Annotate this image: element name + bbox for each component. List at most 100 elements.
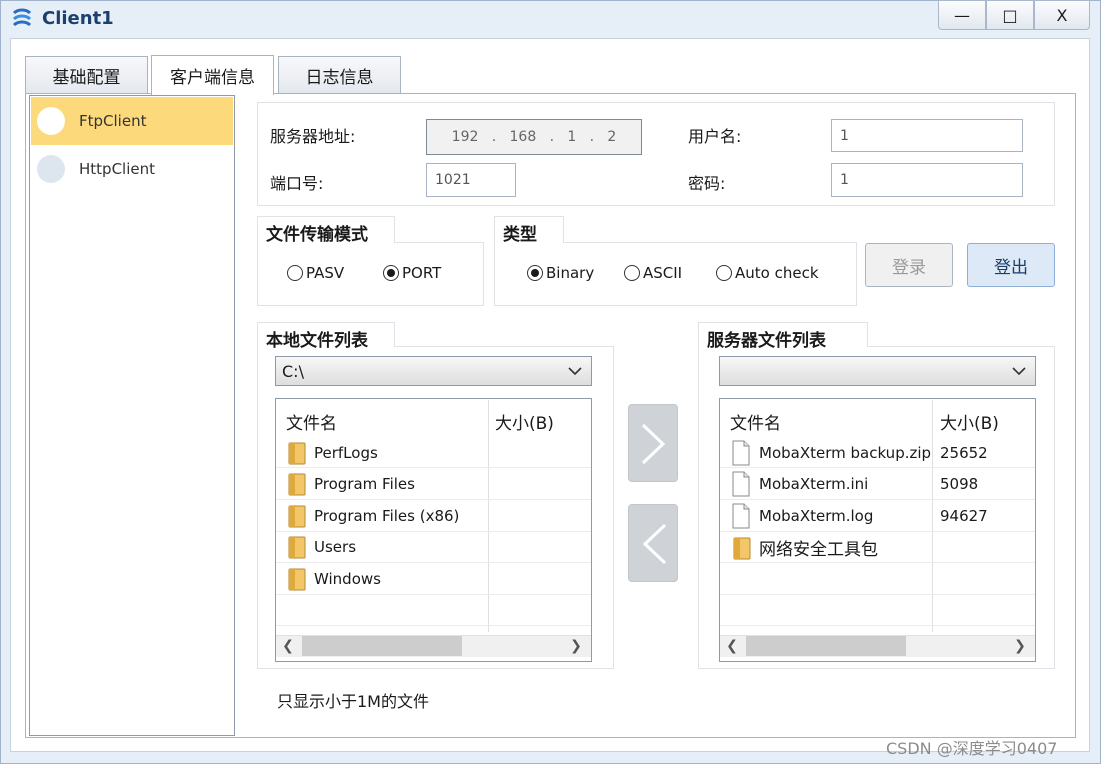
list-item[interactable]: Windows [288,567,381,591]
folder-icon [288,536,306,559]
server-col-name-header[interactable]: 文件名 [730,409,781,434]
radio-ascii[interactable]: ASCII [624,264,682,282]
file-size: 25652 [940,444,988,462]
tab-label: 日志信息 [305,68,374,88]
ip-dot: . [589,129,595,145]
folder-icon [733,537,751,559]
username-label: 用户名: [688,127,742,146]
close-button[interactable]: X [1034,0,1090,30]
client-status-icon [37,155,65,183]
radio-circle-icon [716,265,732,281]
local-col-name-header[interactable]: 文件名 [286,409,337,434]
folder-icon [288,442,306,465]
row-divider [276,625,591,626]
list-item[interactable]: Users [288,535,356,559]
server-files-title: 服务器文件列表 [703,326,830,351]
list-item[interactable]: Program Files [288,472,415,496]
scroll-thumb[interactable] [302,636,462,656]
ip-octet: 1 [567,129,577,145]
local-file-list[interactable] [275,398,592,662]
port-field[interactable]: 1021 [426,163,516,197]
minimize-button[interactable]: — [938,0,986,30]
minimize-icon: — [954,5,970,25]
scroll-left-icon[interactable]: ❮ [722,635,742,657]
transfer-mode-title: 文件传输模式 [262,220,372,245]
local-files-title: 本地文件列表 [262,326,372,351]
radio-binary[interactable]: Binary [527,264,594,282]
list-item[interactable]: Program Files (x86) [288,504,459,528]
row-divider [720,531,1035,532]
list-item[interactable]: MobaXterm.ini [731,471,868,497]
chevron-left-icon [642,523,667,565]
radio-label: Binary [546,264,595,282]
list-item-label: FtpClient [79,112,147,130]
column-divider [488,400,489,632]
row-divider [720,625,1035,626]
radio-selected-dot [387,269,395,277]
download-button[interactable] [628,504,678,582]
tab-basic-config[interactable]: 基础配置 [25,56,148,94]
folder-icon [288,505,306,528]
radio-auto-check[interactable]: Auto check [716,264,819,282]
tab-client-info[interactable]: 客户端信息 [151,55,274,95]
row-divider [276,594,591,595]
tab-label: 客户端信息 [170,68,255,88]
file-icon [732,471,750,497]
radio-port[interactable]: PORT [383,264,441,282]
app-icon [10,7,34,31]
list-item[interactable]: 网络安全工具包 [733,535,878,560]
server-col-size-header[interactable]: 大小(B) [940,409,999,434]
login-button[interactable]: 登录 [865,243,953,287]
local-col-size-header[interactable]: 大小(B) [495,409,554,434]
upload-button[interactable] [628,404,678,482]
list-item-label: HttpClient [79,160,155,178]
file-name: MobaXterm backup.zip [759,444,932,462]
list-item[interactable]: PerfLogs [288,441,378,465]
file-name: Program Files (x86) [314,507,460,525]
type-title: 类型 [499,220,541,245]
scroll-right-icon[interactable]: ❯ [566,635,586,657]
server-address-field[interactable]: 192 . 168 . 1 . 2 [426,119,642,155]
file-name: Users [314,538,357,556]
file-size: 94627 [940,507,988,525]
row-divider [720,594,1035,595]
list-item[interactable]: MobaXterm.log [731,503,873,529]
file-size: 5098 [940,475,979,493]
radio-pasv[interactable]: PASV [287,264,344,282]
maximize-icon: □ [1002,5,1018,25]
password-label: 密码: [688,174,726,193]
scroll-right-icon[interactable]: ❯ [1010,635,1030,657]
radio-label: ASCII [643,264,683,282]
scroll-left-icon[interactable]: ❮ [278,635,298,657]
port-label: 端口号: [270,174,324,193]
file-name: Windows [314,570,381,588]
row-divider [720,562,1035,563]
server-drive-select[interactable] [719,356,1036,386]
close-icon: X [1056,5,1068,25]
username-field[interactable]: 1 [831,119,1023,152]
list-item[interactable]: MobaXterm backup.zip [731,440,931,466]
file-name: Program Files [314,475,415,493]
radio-label: PORT [402,264,442,282]
radio-label: PASV [306,264,345,282]
column-divider [932,400,933,632]
radio-circle-icon [527,265,543,281]
scroll-thumb[interactable] [746,636,906,656]
file-icon [732,503,750,529]
chevron-down-icon [1012,367,1026,376]
title-bar[interactable] [0,0,1101,38]
file-name: 网络安全工具包 [759,540,878,560]
maximize-button[interactable]: □ [986,0,1034,30]
server-file-list[interactable] [719,398,1036,662]
logout-button[interactable]: 登出 [967,243,1055,287]
client-status-icon [37,107,65,135]
file-name: MobaXterm.ini [759,475,869,493]
ip-octet: 168 [509,129,537,145]
tab-log-info[interactable]: 日志信息 [278,56,401,94]
password-field[interactable]: 1 [831,163,1023,197]
local-drive-value: C:\ [282,361,304,381]
chevron-right-icon [641,423,666,465]
radio-selected-dot [531,269,539,277]
local-drive-select[interactable]: C:\ [275,356,592,386]
row-divider [720,467,1035,468]
